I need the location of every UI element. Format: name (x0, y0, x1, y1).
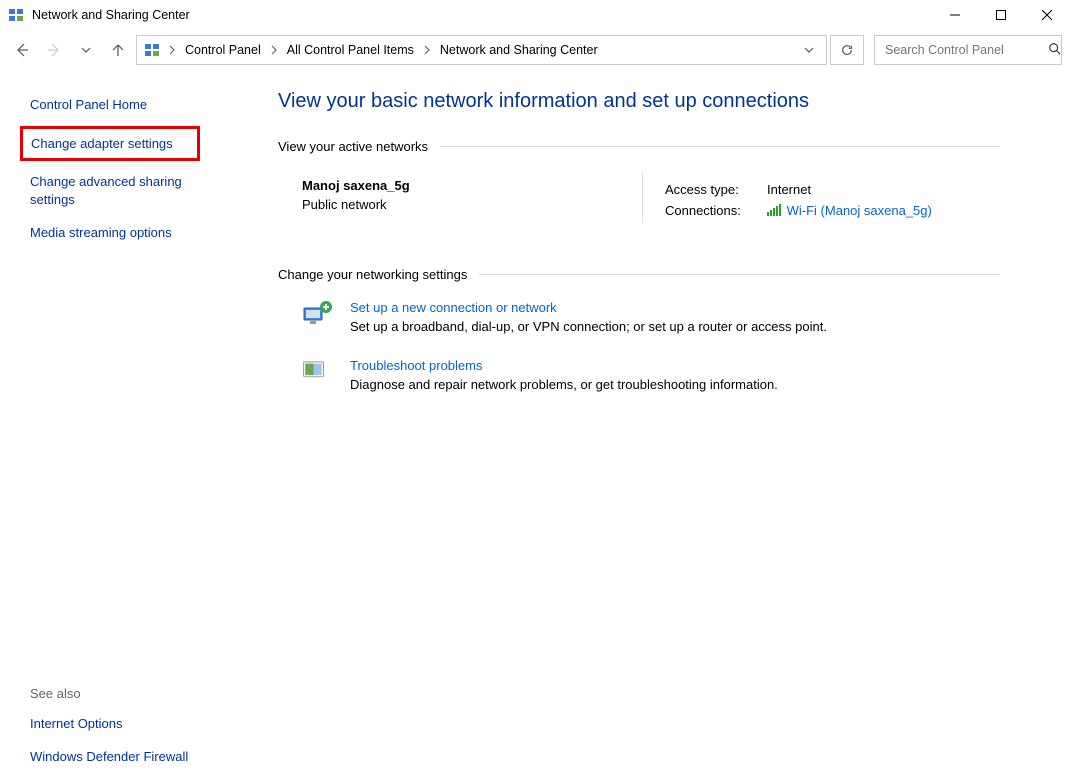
breadcrumb-network-sharing[interactable]: Network and Sharing Center (436, 43, 602, 57)
back-button[interactable] (8, 36, 36, 64)
vertical-divider (642, 172, 643, 223)
wifi-signal-icon (767, 204, 781, 219)
up-button[interactable] (104, 36, 132, 64)
section-active-label: View your active networks (278, 139, 428, 154)
setup-connection-desc: Set up a broadband, dial-up, or VPN conn… (350, 319, 827, 334)
troubleshoot-link[interactable]: Troubleshoot problems (350, 358, 778, 373)
sidebar-internet-options[interactable]: Internet Options (30, 715, 218, 733)
chevron-right-icon[interactable] (267, 45, 281, 55)
titlebar: Network and Sharing Center (0, 0, 1070, 30)
app-icon (8, 7, 24, 23)
divider (440, 146, 1000, 147)
refresh-button[interactable] (830, 35, 864, 65)
section-active-networks: View your active networks (278, 139, 1000, 154)
sidebar-windows-defender-firewall[interactable]: Windows Defender Firewall (30, 748, 218, 766)
maximize-button[interactable] (978, 0, 1024, 30)
search-icon[interactable] (1048, 42, 1062, 59)
task-setup-connection: Set up a new connection or network Set u… (278, 300, 1000, 334)
breadcrumb-all-items[interactable]: All Control Panel Items (283, 43, 418, 57)
troubleshoot-icon (302, 358, 336, 388)
minimize-button[interactable] (932, 0, 978, 30)
sidebar: Control Panel Home Change adapter settin… (0, 70, 230, 782)
main-panel: View your basic network information and … (230, 70, 1070, 782)
window-title: Network and Sharing Center (32, 8, 190, 22)
access-type-label: Access type: (665, 180, 765, 199)
network-details: Access type: Internet Connections: Wi-Fi… (663, 172, 940, 223)
close-button[interactable] (1024, 0, 1070, 30)
divider (479, 274, 1000, 275)
breadcrumb-control-panel[interactable]: Control Panel (181, 43, 265, 57)
search-input[interactable] (883, 42, 1048, 58)
troubleshoot-desc: Diagnose and repair network problems, or… (350, 377, 778, 392)
sidebar-control-panel-home[interactable]: Control Panel Home (30, 96, 218, 114)
highlight-box: Change adapter settings (20, 126, 200, 162)
sidebar-change-advanced-sharing[interactable]: Change advanced sharing settings (30, 173, 218, 208)
section-change-label: Change your networking settings (278, 267, 467, 282)
see-also-label: See also (30, 686, 218, 701)
forward-button[interactable] (40, 36, 68, 64)
page-title: View your basic network information and … (278, 90, 1000, 113)
location-icon (143, 41, 161, 59)
address-bar[interactable]: Control Panel All Control Panel Items Ne… (136, 35, 827, 65)
network-identity: Manoj saxena_5g Public network (302, 172, 642, 223)
connections-label: Connections: (665, 201, 765, 221)
sidebar-change-adapter-settings[interactable]: Change adapter settings (31, 135, 189, 153)
task-troubleshoot: Troubleshoot problems Diagnose and repai… (278, 358, 1000, 392)
search-box[interactable] (874, 35, 1062, 65)
connection-link[interactable]: Wi-Fi (Manoj saxena_5g) (787, 203, 932, 218)
setup-connection-link[interactable]: Set up a new connection or network (350, 300, 827, 315)
recent-locations-button[interactable] (72, 36, 100, 64)
chevron-right-icon[interactable] (420, 45, 434, 55)
chevron-right-icon[interactable] (165, 45, 179, 55)
network-type: Public network (302, 197, 622, 212)
access-type-value: Internet (767, 180, 938, 199)
network-name: Manoj saxena_5g (302, 178, 622, 193)
content: Control Panel Home Change adapter settin… (0, 70, 1070, 782)
setup-connection-icon (302, 300, 336, 330)
section-change-settings: Change your networking settings (278, 267, 1000, 282)
toolbar: Control Panel All Control Panel Items Ne… (0, 30, 1070, 70)
active-network-row: Manoj saxena_5g Public network Access ty… (278, 172, 1000, 223)
sidebar-media-streaming[interactable]: Media streaming options (30, 224, 218, 242)
address-dropdown-button[interactable] (796, 36, 822, 64)
